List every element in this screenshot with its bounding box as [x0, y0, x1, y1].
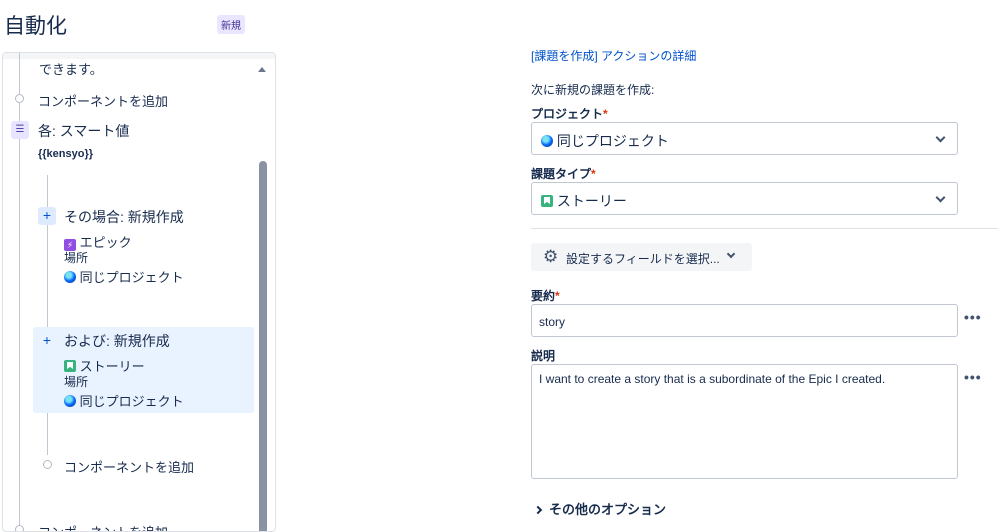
- branch-list-icon: ☰: [11, 121, 29, 139]
- gear-icon: ⚙: [543, 247, 559, 266]
- summary-label: 要約*: [531, 287, 560, 304]
- summary-input-value: story: [539, 315, 566, 329]
- more-options-label: その他のオプション: [549, 502, 667, 517]
- action2-project: 同じプロジェクト: [64, 391, 184, 410]
- issue-type-select[interactable]: ストーリー: [531, 182, 958, 215]
- action-plus-icon[interactable]: +: [38, 207, 56, 225]
- section-divider: [531, 228, 998, 229]
- action-details-link[interactable]: [課題を作成] アクションの詳細: [531, 47, 696, 64]
- action1-project: 同じプロジェクト: [64, 267, 184, 286]
- branch-smart-value: {{kensyo}}: [38, 148, 94, 160]
- more-options-toggle[interactable]: その他のオプション: [533, 499, 667, 518]
- project-label-text: プロジェクト: [531, 107, 604, 121]
- rule-description-text: できます。: [39, 62, 103, 77]
- story-icon: [64, 360, 76, 372]
- project-select-text: 同じプロジェクト: [556, 133, 669, 149]
- description-textarea-value: I want to create a story that is a subor…: [539, 372, 886, 386]
- action1-place-label: 場所: [64, 251, 89, 265]
- rule-panel: できます。 コンポーネントを追加 ☰ 各: スマート値 {{kensyo}} +…: [2, 52, 276, 532]
- action1-project-label: 同じプロジェクト: [79, 270, 184, 285]
- project-icon: [64, 271, 76, 283]
- summary-label-text: 要約: [531, 289, 556, 303]
- add-component-dot[interactable]: [15, 94, 24, 103]
- required-mark: *: [603, 107, 608, 121]
- chevron-down-icon: [935, 132, 946, 143]
- required-mark: *: [555, 289, 560, 303]
- summary-more-icon[interactable]: •••: [964, 309, 982, 325]
- add-component-link[interactable]: コンポーネントを追加: [38, 522, 168, 531]
- add-component-link[interactable]: コンポーネントを追加: [64, 457, 194, 476]
- scrollbar-thumb[interactable]: [259, 161, 267, 531]
- action1-issue-type-label: エピック: [79, 235, 132, 250]
- new-badge: 新規: [217, 15, 245, 34]
- description-more-icon[interactable]: •••: [964, 369, 982, 385]
- project-select[interactable]: 同じプロジェクト: [531, 122, 958, 155]
- issue-type-label: 課題タイプ*: [531, 165, 596, 182]
- action2-issue-type-label: ストーリー: [79, 359, 145, 374]
- action2-place-label: 場所: [64, 375, 89, 389]
- description-textarea[interactable]: I want to create a story that is a subor…: [531, 364, 958, 479]
- action2-title[interactable]: および: 新規作成: [64, 331, 170, 351]
- choose-fields-label: 設定するフィールドを選択...: [566, 252, 720, 266]
- action-plus-icon[interactable]: +: [38, 332, 56, 350]
- action1-title[interactable]: その場合: 新規作成: [64, 207, 184, 227]
- action2-project-label: 同じプロジェクト: [79, 394, 184, 409]
- story-icon: [541, 195, 553, 207]
- chevron-down-icon: [726, 249, 736, 259]
- page-title: 自動化: [4, 15, 67, 38]
- choose-fields-button[interactable]: ⚙ 設定するフィールドを選択...: [531, 243, 752, 271]
- issue-type-select-value: ストーリー: [541, 191, 627, 211]
- issue-type-label-text: 課題タイプ: [531, 167, 592, 181]
- add-component-link[interactable]: コンポーネントを追加: [38, 91, 168, 110]
- branch-title[interactable]: 各: スマート値: [38, 121, 129, 141]
- project-icon: [541, 135, 553, 147]
- chevron-down-icon: [935, 192, 946, 203]
- description-label: 説明: [531, 349, 556, 363]
- project-select-value: 同じプロジェクト: [541, 131, 669, 151]
- chevron-right-icon: [533, 505, 543, 515]
- project-label: プロジェクト*: [531, 105, 608, 122]
- add-component-dot[interactable]: [43, 460, 52, 469]
- scroll-up-arrow-icon[interactable]: [258, 67, 266, 72]
- project-icon: [64, 395, 76, 407]
- intro-text: 次に新規の課題を作成:: [531, 83, 655, 97]
- summary-input[interactable]: story: [531, 304, 958, 337]
- required-mark: *: [591, 167, 596, 181]
- issue-type-select-text: ストーリー: [556, 193, 627, 209]
